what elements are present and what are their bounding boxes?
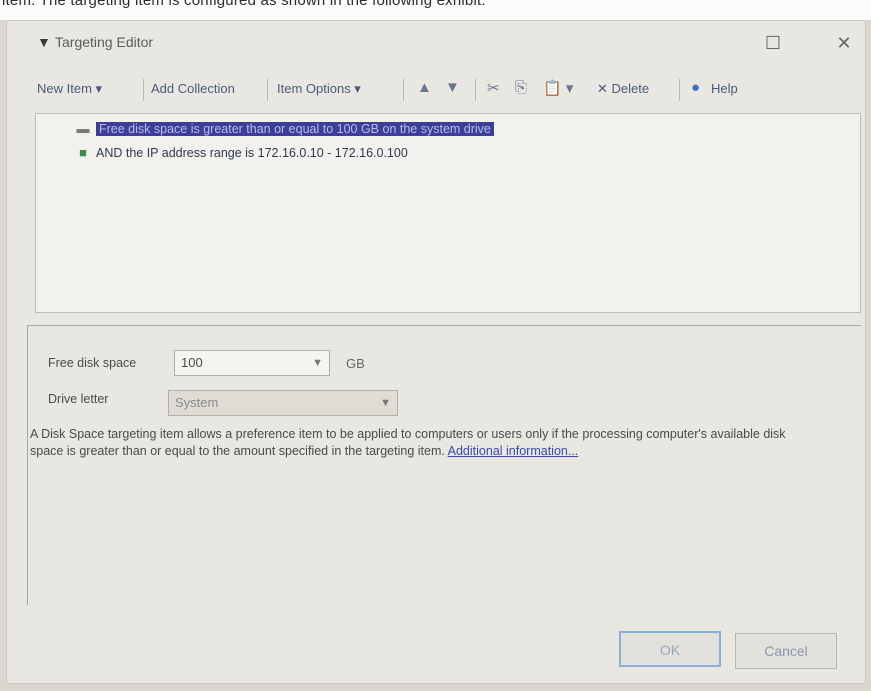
description-text: A Disk Space targeting item allows a pre… (30, 426, 800, 460)
tree-item-label: Free disk space is greater than or equal… (96, 122, 494, 136)
description-body: A Disk Space targeting item allows a pre… (30, 427, 786, 458)
drive-letter-combo[interactable]: System ▼ (168, 390, 398, 416)
move-up-icon[interactable]: ▲ (417, 79, 432, 96)
cut-icon[interactable]: ✂ (487, 79, 500, 97)
targeting-editor-window: ▼ Targeting Editor ☐ ✕ New Item ▾ Add Co… (6, 20, 866, 684)
help-icon: ● (691, 79, 701, 96)
chevron-down-icon: ▼ (312, 357, 323, 369)
title-bar: ▼ Targeting Editor ☐ ✕ (7, 21, 865, 65)
filter-icon: ▼ (37, 34, 51, 50)
tree-item-disk-space[interactable]: ▬ Free disk space is greater than or equa… (74, 120, 494, 138)
new-item-button[interactable]: New Item ▾ (37, 81, 102, 97)
instruction-text: item. The targeting item is configured a… (0, 0, 871, 20)
toolbar-separator (143, 79, 144, 101)
item-options-button[interactable]: Item Options ▾ (277, 81, 361, 97)
additional-information-link[interactable]: Additional information... (448, 444, 579, 458)
free-disk-space-label: Free disk space (48, 356, 137, 370)
help-button[interactable]: Help (711, 81, 738, 96)
drive-letter-label: Drive letter (48, 392, 109, 406)
tree-item-label: AND the IP address range is 172.16.0.10 … (96, 146, 408, 160)
delete-button[interactable]: ✕ Delete (597, 81, 649, 97)
targeting-tree: ▬ Free disk space is greater than or equa… (35, 113, 861, 313)
toolbar: New Item ▾ Add Collection Item Options ▾… (35, 77, 840, 105)
chevron-down-icon: ▼ (380, 397, 391, 409)
toolbar-separator (403, 79, 404, 101)
copy-icon[interactable]: ⎘ (515, 79, 527, 96)
free-disk-space-combo[interactable]: 100 ▼ (174, 350, 330, 376)
toolbar-separator (679, 79, 680, 101)
close-button[interactable]: ✕ (830, 31, 858, 55)
free-disk-space-value: 100 (181, 355, 203, 370)
window-title: Targeting Editor (55, 34, 154, 50)
unit-label: GB (346, 356, 365, 371)
maximize-button[interactable]: ☐ (759, 31, 787, 55)
ok-button[interactable]: OK (619, 631, 721, 667)
toolbar-separator (475, 79, 476, 101)
drive-letter-value: System (175, 395, 219, 410)
add-collection-button[interactable]: Add Collection (151, 81, 235, 96)
network-icon: ■ (79, 145, 87, 160)
tree-item-ip-range[interactable]: ■ AND the IP address range is 172.16.0.10… (74, 144, 408, 162)
properties-panel: Free disk space 100 ▼ GB Drive letter Sy… (27, 325, 861, 605)
toolbar-separator (267, 79, 268, 101)
move-down-icon[interactable]: ▼ (445, 79, 460, 96)
paste-icon[interactable]: 📋 ▾ (543, 79, 573, 97)
cancel-button[interactable]: Cancel (735, 633, 837, 669)
disk-icon: ▬ (76, 121, 90, 136)
